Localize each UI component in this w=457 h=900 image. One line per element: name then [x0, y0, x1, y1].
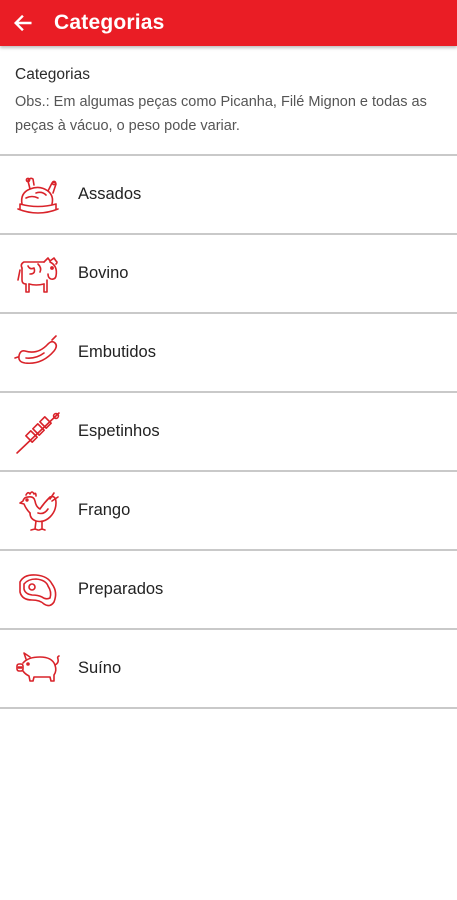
category-label: Embutidos	[78, 343, 156, 361]
sausage-icon	[14, 329, 62, 377]
category-item-bovino[interactable]: Bovino	[0, 235, 457, 314]
section-title: Categorias	[15, 66, 90, 83]
cow-icon	[14, 250, 62, 298]
weight-note: Obs.: Em algumas peças como Picanha, Fil…	[15, 94, 427, 134]
steak-icon	[14, 566, 62, 614]
category-item-suino[interactable]: Suíno	[0, 630, 457, 709]
pig-icon	[14, 645, 62, 693]
app-bar: Categorias	[0, 0, 457, 46]
rooster-icon	[14, 487, 62, 535]
category-item-assados[interactable]: Assados	[0, 156, 457, 235]
category-header: Categorias Obs.: Em algumas peças como P…	[0, 46, 457, 156]
roast-chicken-icon	[14, 171, 62, 219]
category-item-preparados[interactable]: Preparados	[0, 551, 457, 630]
category-label: Preparados	[78, 580, 164, 598]
page-title: Categorias	[54, 11, 165, 34]
category-label: Bovino	[78, 264, 129, 282]
category-item-frango[interactable]: Frango	[0, 472, 457, 551]
arrow-left-icon	[12, 12, 34, 34]
category-label: Espetinhos	[78, 422, 160, 440]
category-item-espetinhos[interactable]: Espetinhos	[0, 393, 457, 472]
back-button[interactable]	[4, 0, 42, 46]
category-label: Assados	[78, 185, 142, 203]
category-item-embutidos[interactable]: Embutidos	[0, 314, 457, 393]
category-label: Suíno	[78, 659, 122, 677]
skewer-icon	[14, 408, 62, 456]
category-list: Assados Bovino Embutidos Espetinhos Fran…	[0, 156, 457, 709]
category-label: Frango	[78, 501, 131, 519]
